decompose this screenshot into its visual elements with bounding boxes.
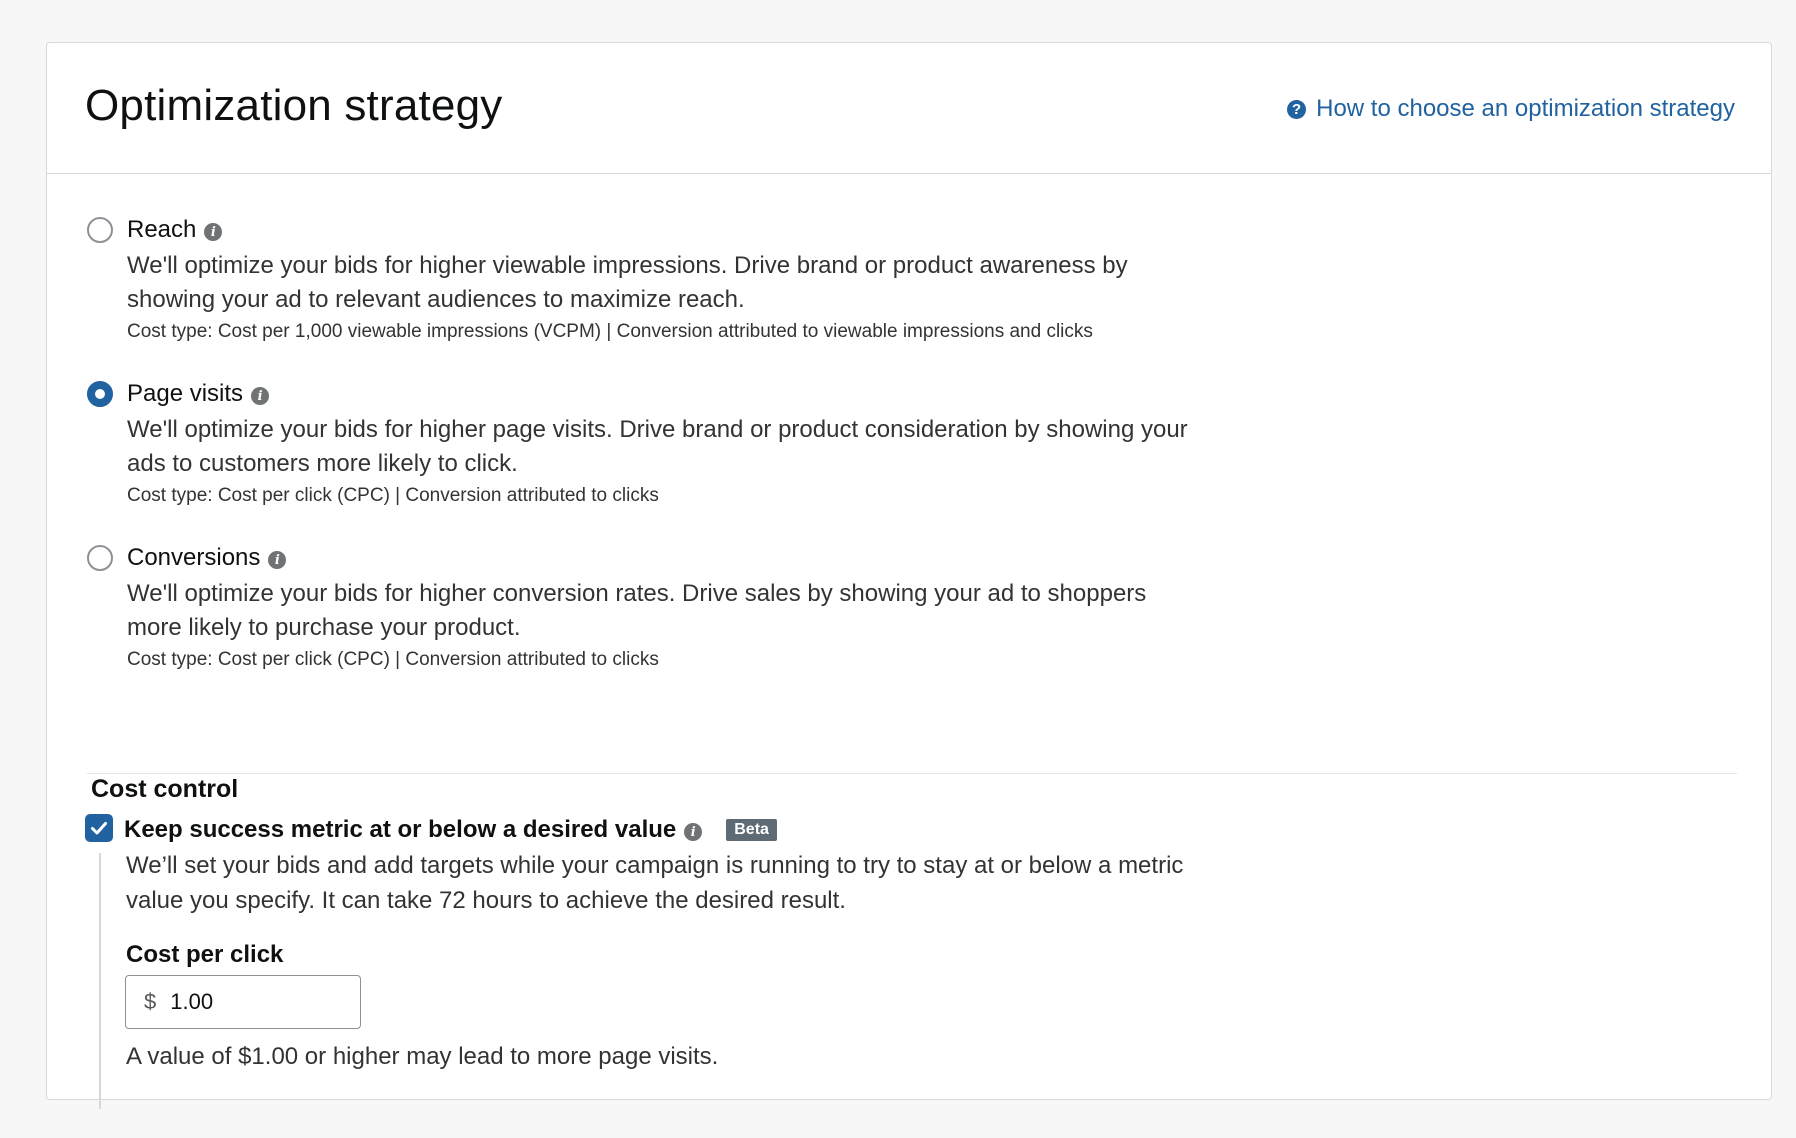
info-icon[interactable]: i [268, 551, 287, 569]
option-page-visits-label-row[interactable]: Page visits i [127, 380, 270, 408]
question-circle-icon: ? [1287, 99, 1307, 119]
checkmark-icon [91, 822, 107, 835]
radio-reach[interactable] [87, 217, 113, 243]
radio-page-visits[interactable] [87, 381, 113, 407]
section-divider [87, 773, 1737, 774]
radio-conversions[interactable] [87, 545, 113, 571]
option-cost-type: Cost type: Cost per 1,000 viewable impre… [127, 321, 1093, 342]
help-link-label: How to choose an optimization strategy [1316, 95, 1735, 122]
option-label: Page visits [127, 380, 244, 407]
success-metric-label-row[interactable]: Keep success metric at or below a desire… [124, 816, 777, 844]
option-cost-type: Cost type: Cost per click (CPC) | Conver… [127, 649, 659, 670]
option-description: We'll optimize your bids for higher conv… [127, 580, 1147, 641]
page-title: Optimization strategy [85, 81, 503, 130]
option-reach-label-row[interactable]: Reach i [127, 216, 223, 244]
beta-badge: Beta [726, 819, 777, 841]
option-conversions-label-row[interactable]: Conversions i [127, 544, 287, 572]
cost-per-click-hint: A value of $1.00 or higher may lead to m… [126, 1043, 719, 1070]
cost-per-click-field[interactable]: $ [125, 975, 361, 1029]
cost-control-description: We’ll set your bids and add targets whil… [126, 852, 1184, 914]
help-link[interactable]: ? How to choose an optimization strategy [1287, 95, 1735, 123]
option-description: We'll optimize your bids for higher page… [127, 416, 1188, 477]
optimization-strategy-card: Optimization strategy ? How to choose an… [46, 42, 1772, 1109]
option-label: Conversions [127, 544, 261, 571]
card-header: Optimization strategy ? How to choose an… [47, 43, 1771, 174]
cost-control-title: Cost control [91, 775, 239, 803]
option-description: We'll optimize your bids for higher view… [127, 252, 1128, 313]
indent-guide [99, 853, 101, 1109]
cost-per-click-input[interactable] [170, 989, 321, 1015]
currency-symbol: $ [144, 989, 157, 1014]
info-icon[interactable]: i [204, 223, 223, 241]
info-icon[interactable]: i [251, 387, 270, 405]
info-icon[interactable]: i [684, 823, 703, 841]
option-label: Reach [127, 216, 197, 243]
option-cost-type: Cost type: Cost per click (CPC) | Conver… [127, 485, 659, 506]
success-metric-checkbox[interactable] [85, 814, 113, 842]
checkbox-label: Keep success metric at or below a desire… [124, 816, 677, 843]
cost-per-click-label: Cost per click [126, 941, 284, 968]
